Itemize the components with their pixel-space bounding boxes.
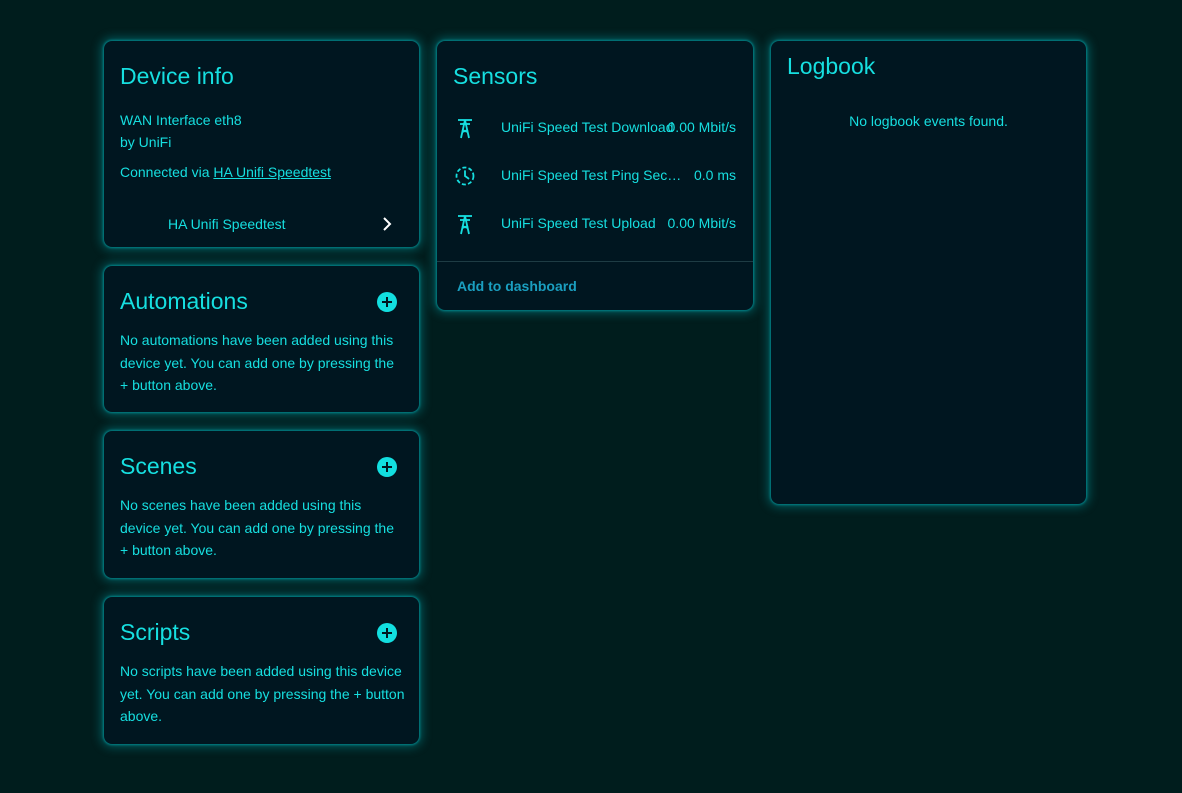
automations-empty-text: No automations have been added using thi… bbox=[120, 332, 394, 393]
scripts-card: Scripts No scripts have been added using… bbox=[104, 597, 419, 744]
scripts-empty-text: No scripts have been added using this de… bbox=[120, 663, 405, 724]
add-to-dashboard-button[interactable]: Add to dashboard bbox=[457, 278, 577, 294]
timer-icon bbox=[455, 166, 475, 186]
sensor-row[interactable]: UniFi Speed Test Upload 0.00 Mbit/s bbox=[437, 201, 753, 249]
add-script-button[interactable] bbox=[377, 623, 397, 643]
transmission-tower-icon bbox=[458, 119, 472, 139]
card-divider bbox=[437, 261, 753, 262]
device-info-title: Device info bbox=[120, 63, 234, 89]
sensor-value: 0.00 Mbit/s bbox=[667, 215, 736, 231]
add-scene-button[interactable] bbox=[377, 457, 397, 477]
sensor-row[interactable]: UniFi Speed Test Ping Seconds 0.0 ms bbox=[437, 153, 753, 201]
scripts-title: Scripts bbox=[120, 619, 191, 645]
sensors-title: Sensors bbox=[453, 63, 538, 89]
chevron-right-icon bbox=[383, 217, 392, 231]
automations-title: Automations bbox=[120, 288, 248, 314]
logbook-card: Logbook No logbook events found. bbox=[771, 41, 1086, 504]
connected-via: Connected via HA Unifi Speedtest bbox=[120, 161, 405, 184]
logbook-empty-text: No logbook events found. bbox=[849, 113, 1008, 129]
automations-card: Automations No automations have been add… bbox=[104, 266, 419, 412]
device-model: WAN Interface eth8 bbox=[120, 112, 242, 128]
sensor-value: 0.00 Mbit/s bbox=[667, 119, 736, 135]
integration-row-label: HA Unifi Speedtest bbox=[168, 216, 286, 232]
transmission-tower-icon bbox=[458, 215, 472, 235]
device-manufacturer: by UniFi bbox=[120, 134, 172, 150]
connected-via-link[interactable]: HA Unifi Speedtest bbox=[213, 164, 331, 180]
scenes-card: Scenes No scenes have been added using t… bbox=[104, 431, 419, 578]
sensor-name: UniFi Speed Test Ping Seconds bbox=[501, 167, 685, 183]
logbook-title: Logbook bbox=[787, 53, 876, 79]
sensor-name: UniFi Speed Test Download bbox=[501, 119, 674, 135]
device-info-card: Device info WAN Interface eth8 by UniFi … bbox=[104, 41, 419, 247]
connected-via-label: Connected via bbox=[120, 164, 210, 180]
scenes-title: Scenes bbox=[120, 453, 197, 479]
sensor-value: 0.0 ms bbox=[693, 167, 736, 183]
sensors-card: Sensors UniFi Speed Test Download 0.00 M… bbox=[437, 41, 753, 310]
add-automation-button[interactable] bbox=[377, 292, 397, 312]
scenes-empty-text: No scenes have been added using this dev… bbox=[120, 497, 394, 558]
sensor-row[interactable]: UniFi Speed Test Download 0.00 Mbit/s bbox=[437, 105, 753, 153]
integration-row[interactable]: HA Unifi Speedtest bbox=[104, 201, 419, 245]
sensor-name: UniFi Speed Test Upload bbox=[501, 215, 656, 231]
